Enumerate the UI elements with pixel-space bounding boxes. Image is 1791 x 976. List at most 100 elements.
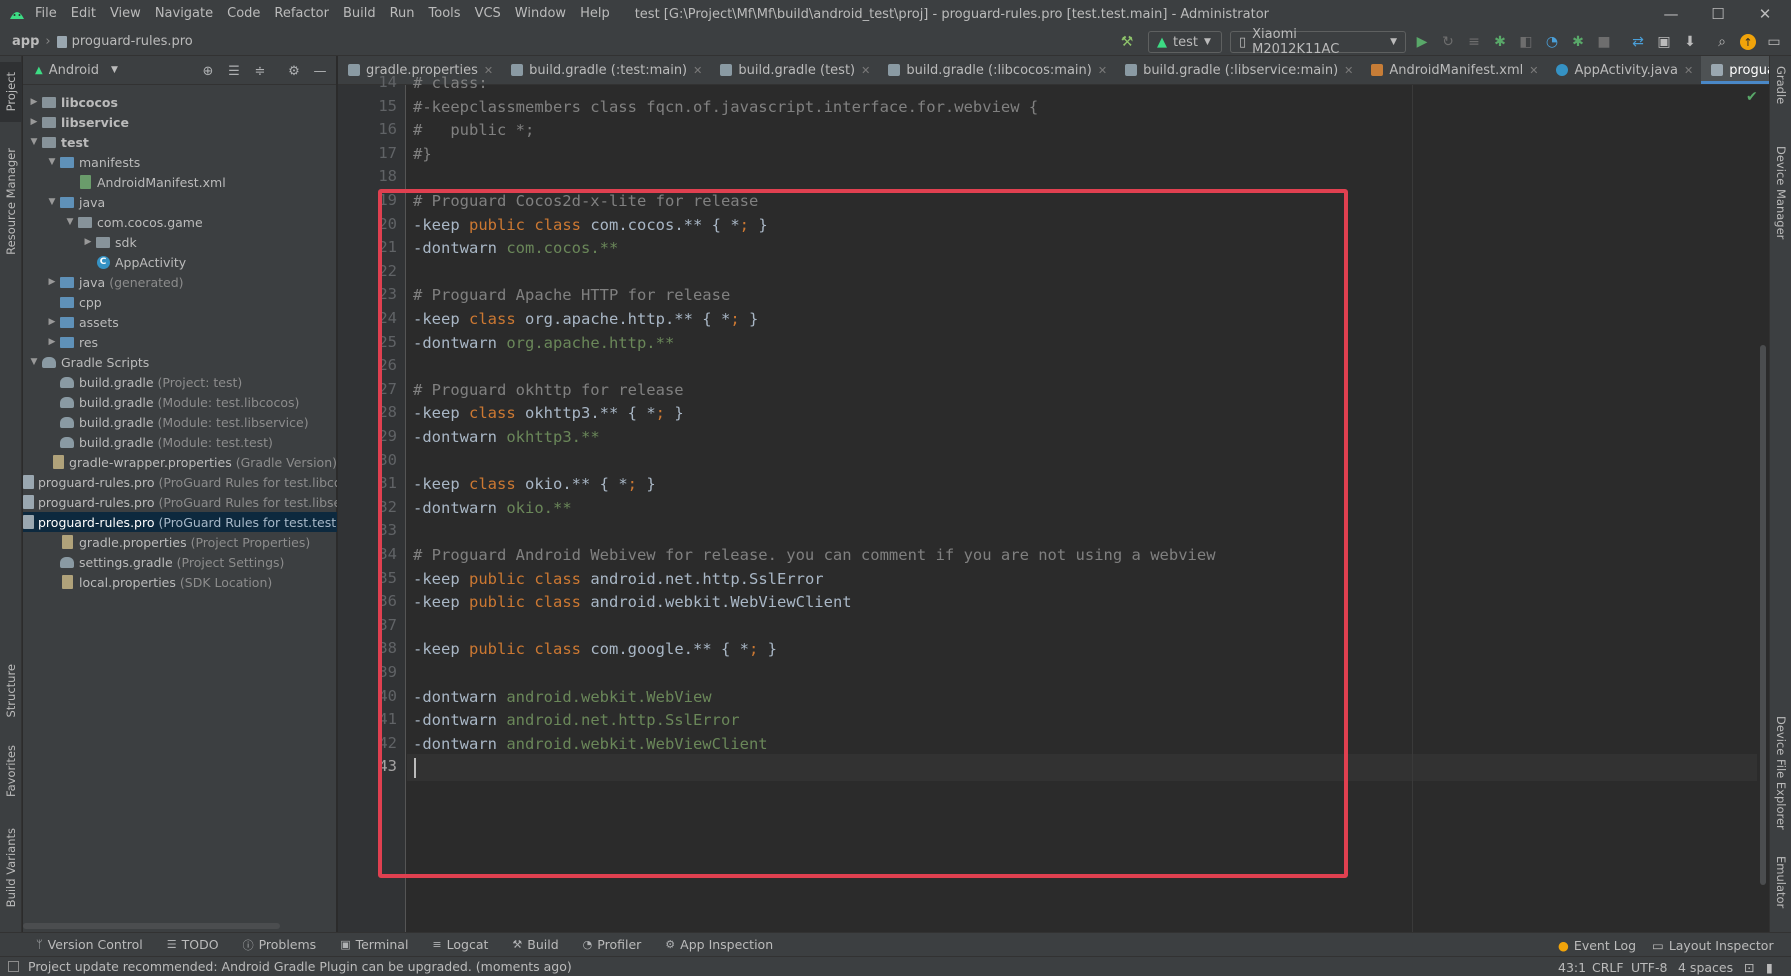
chevron-down-icon[interactable]: ▼ <box>27 357 41 367</box>
tree-item[interactable]: proguard-rules.pro (ProGuard Rules for te… <box>23 472 337 492</box>
layout-icon[interactable]: ▭ <box>1764 32 1784 52</box>
device-select[interactable]: ▯ Xiaomi M2012K11AC ▼ <box>1230 27 1406 57</box>
chevron-down-icon[interactable]: ▼ <box>45 197 59 207</box>
chevron-right-icon[interactable]: ▶ <box>45 317 59 327</box>
attach-debugger-icon[interactable]: ✱ <box>1568 32 1588 52</box>
tool-tab-gradle[interactable]: Gradle <box>1770 66 1791 104</box>
sdk-manager-icon[interactable]: ⬇ <box>1680 32 1700 52</box>
chevron-right-icon[interactable]: ▶ <box>27 117 41 127</box>
chevron-right-icon[interactable]: ▶ <box>45 337 59 347</box>
editor-tab[interactable]: build.gradle (:libservice:main) ✕ <box>1115 56 1361 84</box>
file-encoding[interactable]: UTF-8 <box>1631 957 1667 976</box>
tree-item[interactable]: C AppActivity <box>23 252 337 272</box>
indent-setting[interactable]: 4 spaces <box>1678 957 1733 976</box>
editor-tab[interactable]: build.gradle (test) ✕ <box>710 56 878 84</box>
close-tab-icon[interactable]: ✕ <box>1344 64 1353 77</box>
menu-file[interactable]: File <box>28 0 64 28</box>
tool-tab-structure[interactable]: Structure <box>0 656 22 726</box>
menu-code[interactable]: Code <box>220 0 267 28</box>
tree-item[interactable]: ▼ java <box>23 192 337 212</box>
close-tab-icon[interactable]: ✕ <box>693 64 702 77</box>
tree-item[interactable]: build.gradle (Module: test.libcocos) <box>23 392 337 412</box>
tree-item[interactable]: ▶ libservice <box>23 112 337 132</box>
tool-app-inspection[interactable]: ⚙ App Inspection <box>665 937 773 952</box>
horizontal-scrollbar[interactable] <box>23 923 280 929</box>
device-manager-icon[interactable]: ▣ <box>1654 32 1674 52</box>
tool-build[interactable]: ⚒ Build <box>512 937 558 952</box>
tool-tab-emulator[interactable]: Emulator <box>1770 856 1791 908</box>
editor-tab[interactable]: proguard-rules.pro✕ <box>1701 56 1769 84</box>
tool-profiler[interactable]: ◔ Profiler <box>583 937 642 952</box>
code-editor[interactable]: 14 15 16 17 18 19 20 21 22 23 24 25 26 27 28 29 30 31 32 33… <box>338 73 1769 932</box>
search-icon[interactable]: ⌕ <box>1712 32 1732 52</box>
menu-build[interactable]: Build <box>336 0 383 28</box>
tool-tab-device-file-explorer[interactable]: Device File Explorer <box>1770 716 1791 830</box>
tree-item[interactable]: build.gradle (Module: test.test) <box>23 432 337 452</box>
tree-item[interactable]: ▶ libcocos <box>23 92 337 112</box>
tree-item[interactable]: ▶ res <box>23 332 337 352</box>
editor-tab[interactable]: AndroidManifest.xml ✕ <box>1361 56 1546 84</box>
sync-gradle-icon[interactable]: ⇄ <box>1628 32 1648 52</box>
maximize-button[interactable]: ☐ <box>1695 0 1741 28</box>
chevron-down-icon[interactable]: ▼ <box>45 157 59 167</box>
editor-tab[interactable]: build.gradle (:test:main) ✕ <box>501 56 710 84</box>
close-tab-icon[interactable]: ✕ <box>1098 64 1107 77</box>
tree-item[interactable]: ▼ test <box>23 132 337 152</box>
collapse-all-icon[interactable]: ≑ <box>251 62 269 80</box>
tool-layout-inspector[interactable]: ▭ Layout Inspector <box>1652 933 1774 957</box>
stop-icon[interactable]: ■ <box>1594 32 1614 52</box>
tool-tab-favorites[interactable]: Favorites <box>0 736 22 806</box>
tree-item[interactable]: proguard-rules.pro (ProGuard Rules for te… <box>23 512 337 532</box>
profile-icon[interactable]: ◔ <box>1542 32 1562 52</box>
chevron-down-icon[interactable]: ▼ <box>63 217 77 227</box>
menu-tools[interactable]: Tools <box>422 0 468 28</box>
caret-position[interactable]: 43:1 <box>1558 957 1586 976</box>
status-square-icon[interactable] <box>8 961 19 972</box>
tree-item[interactable]: proguard-rules.pro (ProGuard Rules for te… <box>23 492 337 512</box>
chevron-right-icon[interactable]: ▶ <box>27 97 41 107</box>
close-tab-icon[interactable]: ✕ <box>861 64 870 77</box>
debug-icon[interactable]: ✱ <box>1490 32 1510 52</box>
tree-item[interactable]: ▶ sdk <box>23 232 337 252</box>
expand-all-icon[interactable]: ☰ <box>225 62 243 80</box>
breadcrumb-app[interactable]: app <box>12 34 39 49</box>
breadcrumb-file[interactable]: proguard-rules.pro <box>72 34 193 49</box>
run-configuration-select[interactable]: ▲ test ▼ <box>1148 31 1222 53</box>
menu-vcs[interactable]: VCS <box>468 0 508 28</box>
tool-tab-device-manager[interactable]: Device Manager <box>1770 146 1791 239</box>
tree-item[interactable]: build.gradle (Project: test) <box>23 372 337 392</box>
apply-code-changes-icon[interactable]: ≡ <box>1464 32 1484 52</box>
tree-item[interactable]: build.gradle (Module: test.libservice) <box>23 412 337 432</box>
close-window-button[interactable]: ✕ <box>1742 0 1788 28</box>
tool-version-control[interactable]: ᛘ Version Control <box>36 937 143 952</box>
tree-item[interactable]: settings.gradle (Project Settings) <box>23 552 337 572</box>
tool-tab-project[interactable]: Project <box>0 62 22 122</box>
status-message[interactable]: Project update recommended: Android Grad… <box>28 959 572 974</box>
tool-event-log[interactable]: ● Event Log <box>1558 933 1636 957</box>
tree-item[interactable]: ▼ Gradle Scripts <box>23 352 337 372</box>
chevron-right-icon[interactable]: ▶ <box>81 237 95 247</box>
tree-item[interactable]: gradle.properties (Project Properties) <box>23 532 337 552</box>
tool-logcat[interactable]: ≡ Logcat <box>432 937 488 952</box>
update-notification-icon[interactable]: ↑ <box>1738 32 1758 52</box>
make-project-hammer-icon[interactable]: ⚒ <box>1117 32 1137 52</box>
no-problems-check-icon[interactable]: ✔ <box>1746 89 1758 105</box>
tree-item[interactable]: ▶ assets <box>23 312 337 332</box>
close-tab-icon[interactable]: ✕ <box>1684 64 1693 77</box>
tree-item[interactable]: cpp <box>23 292 337 312</box>
tree-item[interactable]: gradle-wrapper.properties (Gradle Version… <box>23 452 337 472</box>
menu-help[interactable]: Help <box>573 0 617 28</box>
tool-problems[interactable]: ⓘ Problems <box>243 937 317 953</box>
close-tab-icon[interactable]: ✕ <box>1529 64 1538 77</box>
run-icon[interactable]: ▶ <box>1412 32 1432 52</box>
tool-todo[interactable]: ☰ TODO <box>167 937 219 952</box>
tree-item[interactable]: ▶ java (generated) <box>23 272 337 292</box>
gear-icon[interactable]: ⚙ <box>285 62 303 80</box>
line-separator[interactable]: CRLF <box>1592 957 1624 976</box>
tree-item[interactable]: ▼ com.cocos.game <box>23 212 337 232</box>
editor-tab[interactable]: AppActivity.java ✕ <box>1546 56 1701 84</box>
menu-navigate[interactable]: Navigate <box>148 0 220 28</box>
menu-window[interactable]: Window <box>508 0 573 28</box>
tool-tab-build-variants[interactable]: Build Variants <box>0 818 22 918</box>
coverage-icon[interactable]: ◧ <box>1516 32 1536 52</box>
